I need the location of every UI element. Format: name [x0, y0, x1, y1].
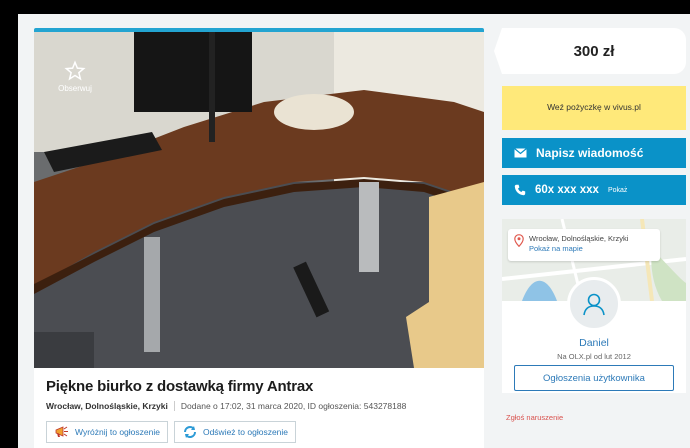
contact-sidebar: 300 zł Weź pożyczkę w vivus.pl Napisz wi…: [494, 28, 686, 422]
promote-button[interactable]: Wyróżnij to ogłoszenie: [46, 421, 168, 443]
map-location-card: Wrocław, Dolnośląskie, Krzyki Pokaż na m…: [508, 229, 660, 261]
user-name[interactable]: Daniel: [502, 337, 686, 349]
observe-button[interactable]: Obserwuj: [48, 60, 102, 93]
user-ads-label: Ogłoszenia użytkownika: [543, 372, 645, 384]
user-card: Wrocław, Dolnośląskie, Krzyki Pokaż na m…: [502, 219, 686, 393]
phone-show-label[interactable]: Pokaż: [608, 187, 627, 194]
map-pin-icon: [514, 234, 524, 247]
show-phone-button[interactable]: 60x xxx xxx Pokaż: [502, 175, 686, 205]
page-frame: Obserwuj Piękne biurko z dostawką firmy …: [18, 14, 690, 448]
avatar[interactable]: [567, 277, 621, 331]
report-link[interactable]: Zgłoś naruszenie: [502, 413, 686, 422]
loan-banner[interactable]: Weź pożyczkę w vivus.pl: [502, 86, 686, 130]
price-tag: 300 zł: [494, 28, 686, 74]
listing-title: Piękne biurko z dostawką firmy Antrax: [46, 378, 314, 395]
listing-info: Piękne biurko z dostawką firmy Antrax Wr…: [34, 368, 484, 448]
listing-added: Dodane o 17:02, 31 marca 2020, ID ogłosz…: [180, 401, 407, 411]
loan-label: Weź pożyczkę w vivus.pl: [547, 102, 641, 113]
phone-icon: [514, 184, 526, 196]
listing-photo[interactable]: Obserwuj: [34, 32, 484, 368]
refresh-icon: [183, 426, 196, 438]
show-on-map-link[interactable]: Pokaż na mapie: [529, 244, 628, 254]
send-message-label: Napisz wiadomość: [536, 146, 644, 160]
user-icon: [583, 293, 605, 316]
send-message-button[interactable]: Napisz wiadomość: [502, 138, 686, 168]
envelope-icon: [514, 148, 527, 158]
listing-location[interactable]: Wrocław, Dolnośląskie, Krzyki: [46, 401, 168, 411]
user-ads-button[interactable]: Ogłoszenia użytkownika: [514, 365, 674, 391]
refresh-label: Odśwież to ogłoszenie: [202, 427, 289, 437]
listing-column: Obserwuj Piękne biurko z dostawką firmy …: [34, 28, 486, 448]
phone-number: 60x xxx xxx: [535, 184, 599, 196]
megaphone-icon: [55, 426, 68, 437]
listing-actions: Wyróżnij to ogłoszenie Odśwież to ogłosz…: [46, 421, 472, 443]
observe-label: Obserwuj: [58, 84, 92, 93]
listing-meta: Wrocław, Dolnośląskie, Krzyki Dodane o 1…: [46, 401, 472, 411]
star-icon: [64, 60, 86, 81]
refresh-button[interactable]: Odśwież to ogłoszenie: [173, 421, 297, 443]
meta-divider: [173, 401, 175, 411]
promote-label: Wyróżnij to ogłoszenie: [75, 427, 160, 437]
map-location-text: Wrocław, Dolnośląskie, Krzyki: [529, 234, 629, 243]
user-since: Na OLX.pl od lut 2012: [557, 352, 631, 361]
